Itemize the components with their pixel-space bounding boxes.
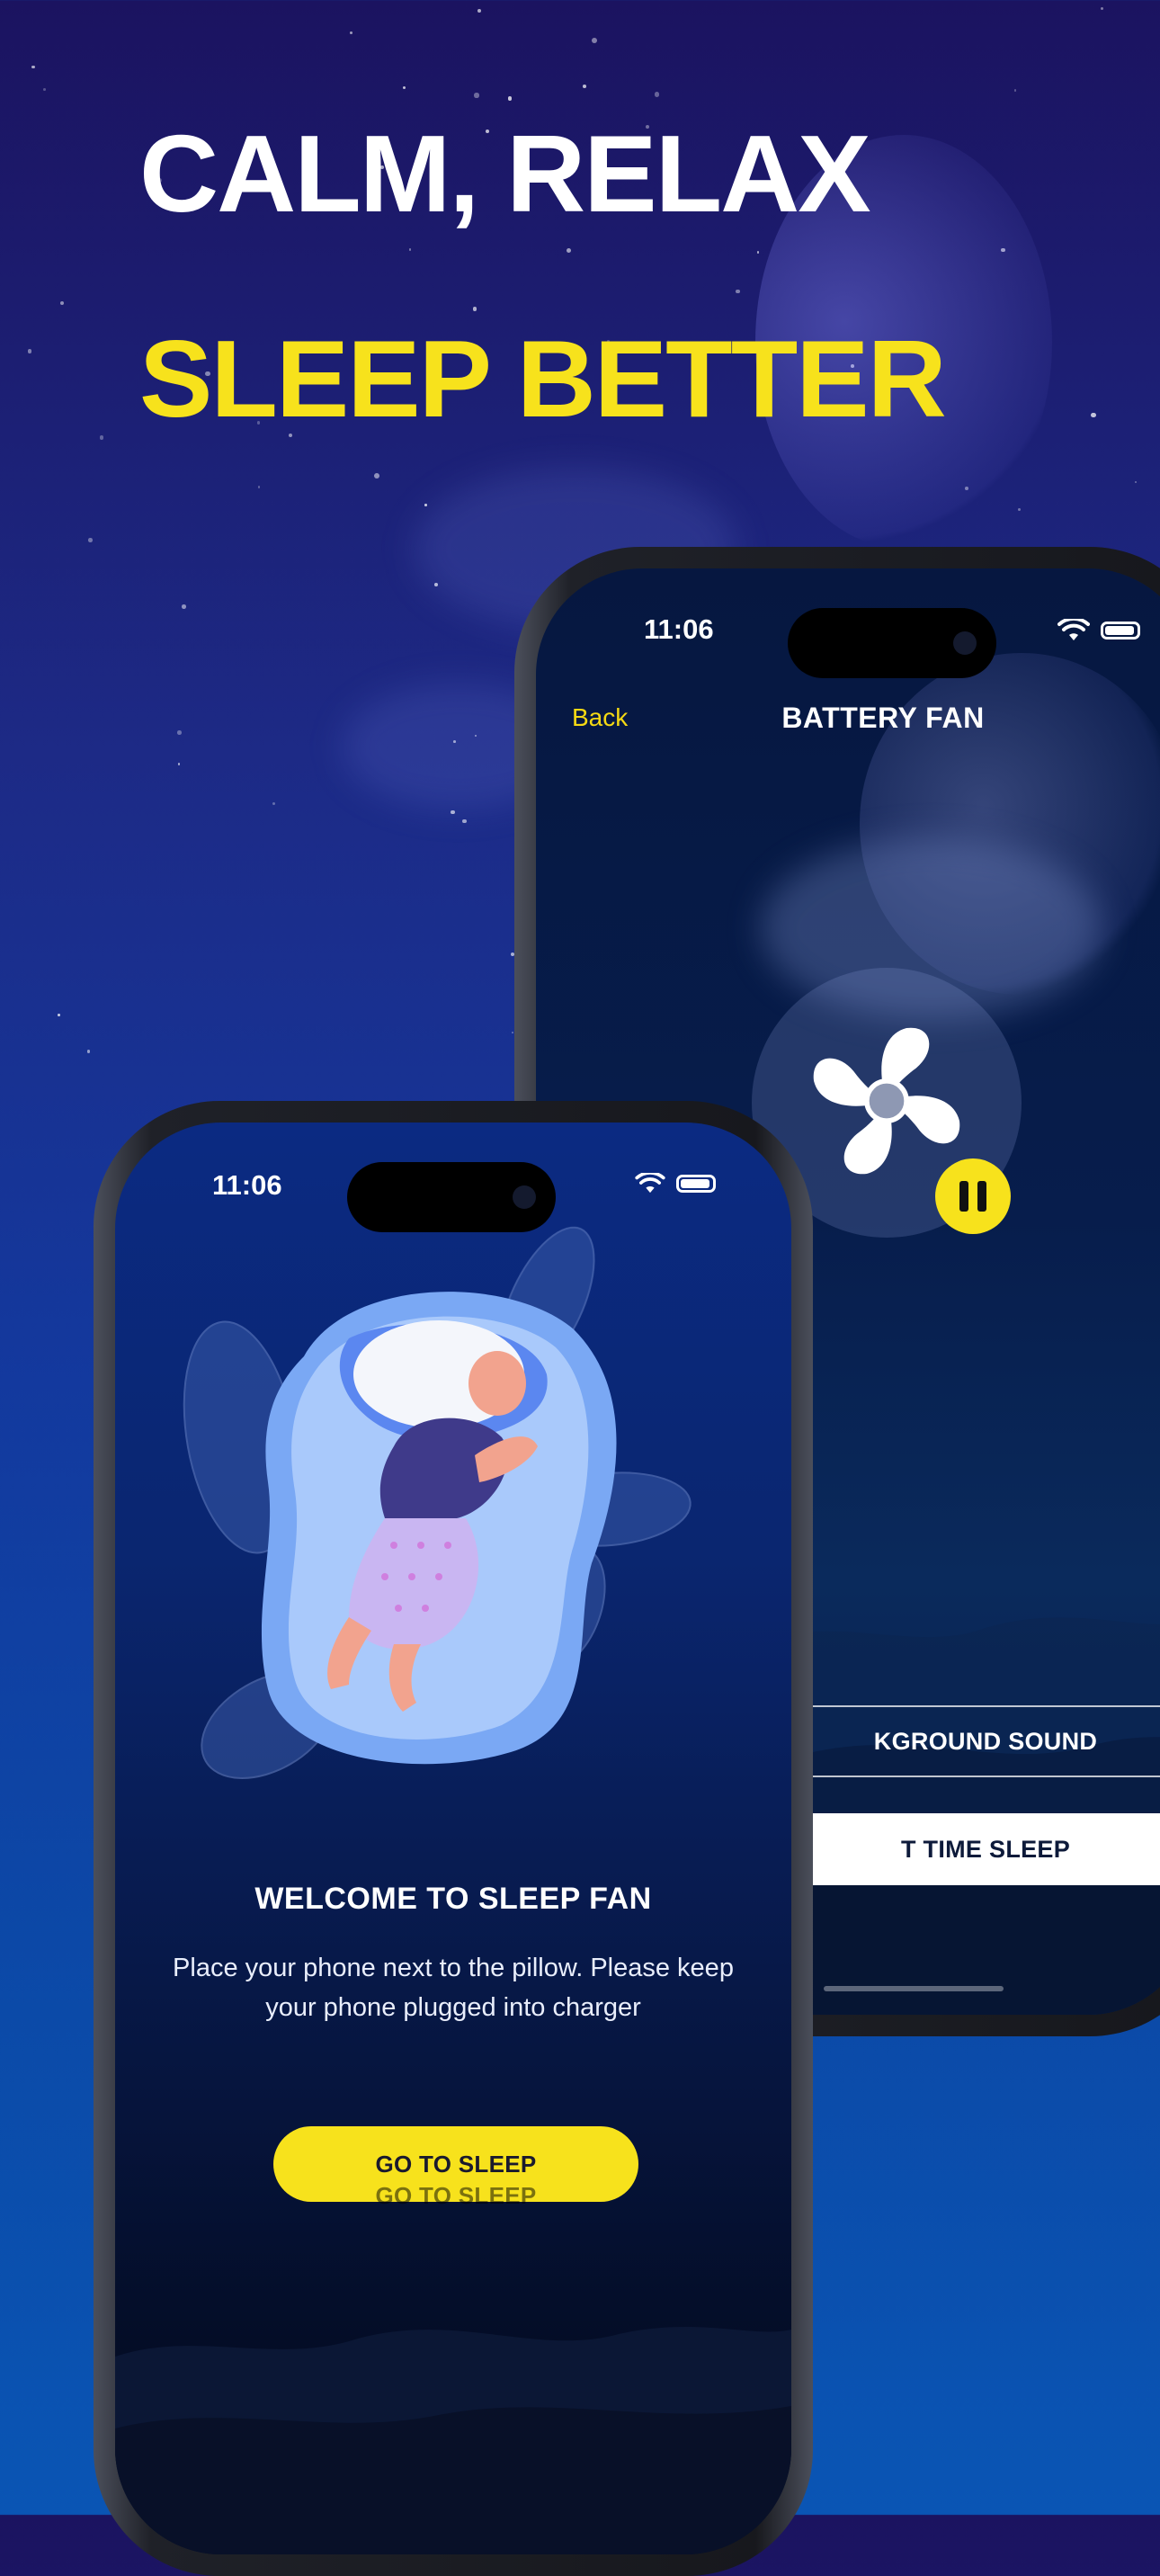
fan-icon[interactable] bbox=[804, 1018, 969, 1184]
star-decoration bbox=[1017, 507, 1021, 511]
phone-mockup-welcome: 11:06 WELCOME TO SLEEP FAN Place your ph… bbox=[94, 1101, 813, 2576]
star-decoration bbox=[756, 251, 760, 255]
star-decoration bbox=[1013, 89, 1017, 92]
battery-icon bbox=[676, 1175, 716, 1193]
star-decoration bbox=[27, 349, 32, 353]
pause-button[interactable] bbox=[935, 1158, 1011, 1234]
star-decoration bbox=[451, 809, 455, 815]
star-decoration bbox=[583, 85, 586, 89]
hills-decoration bbox=[115, 2326, 791, 2554]
star-decoration bbox=[507, 96, 512, 101]
star-decoration bbox=[86, 1050, 91, 1054]
star-decoration bbox=[59, 301, 64, 306]
star-decoration bbox=[1091, 412, 1096, 418]
star-decoration bbox=[272, 801, 276, 805]
wifi-icon bbox=[635, 1173, 665, 1194]
star-decoration bbox=[257, 486, 261, 488]
star-decoration bbox=[88, 538, 93, 542]
star-decoration bbox=[42, 88, 46, 91]
star-decoration bbox=[654, 92, 660, 97]
home-indicator bbox=[824, 1986, 1004, 1991]
star-decoration bbox=[99, 435, 104, 440]
star-decoration bbox=[350, 31, 352, 35]
status-time: 11:06 bbox=[644, 613, 714, 645]
welcome-title: WELCOME TO SLEEP FAN bbox=[254, 1882, 652, 1916]
battery-icon bbox=[1101, 622, 1140, 640]
star-decoration bbox=[511, 1031, 514, 1034]
status-icons bbox=[635, 1173, 716, 1194]
sleeping-woman-illustration bbox=[183, 1226, 692, 1779]
star-decoration bbox=[462, 818, 467, 824]
welcome-description: Place your phone next to the pillow. Ple… bbox=[173, 1954, 734, 2022]
headline-calm-relax: CALM, RELAX bbox=[139, 112, 871, 235]
phone-screen: 11:06 WELCOME TO SLEEP FAN Place your ph… bbox=[115, 1123, 791, 2554]
star-decoration bbox=[736, 289, 741, 294]
dynamic-island bbox=[788, 608, 996, 678]
star-decoration bbox=[182, 604, 186, 610]
star-decoration bbox=[472, 307, 477, 311]
headline-sleep-better: SLEEP BETTER bbox=[139, 318, 947, 440]
star-decoration bbox=[592, 38, 598, 44]
wifi-icon bbox=[1057, 619, 1090, 640]
star-decoration bbox=[1134, 480, 1138, 484]
star-decoration bbox=[31, 65, 35, 69]
star-decoration bbox=[477, 9, 481, 13]
star-decoration bbox=[424, 504, 427, 506]
star-decoration bbox=[177, 763, 180, 765]
status-time: 11:06 bbox=[212, 1169, 282, 1201]
button-reflection: GO TO SLEEP bbox=[375, 2182, 537, 2209]
star-decoration bbox=[474, 93, 479, 98]
star-decoration bbox=[1101, 7, 1104, 11]
star-decoration bbox=[409, 248, 412, 251]
star-decoration bbox=[403, 85, 406, 89]
page-title: BATTERY FAN bbox=[781, 702, 985, 734]
pause-icon bbox=[959, 1181, 968, 1212]
star-decoration bbox=[177, 730, 182, 735]
star-decoration bbox=[58, 1013, 60, 1016]
star-decoration bbox=[566, 247, 571, 253]
star-decoration bbox=[373, 472, 379, 479]
status-icons bbox=[1057, 619, 1140, 642]
